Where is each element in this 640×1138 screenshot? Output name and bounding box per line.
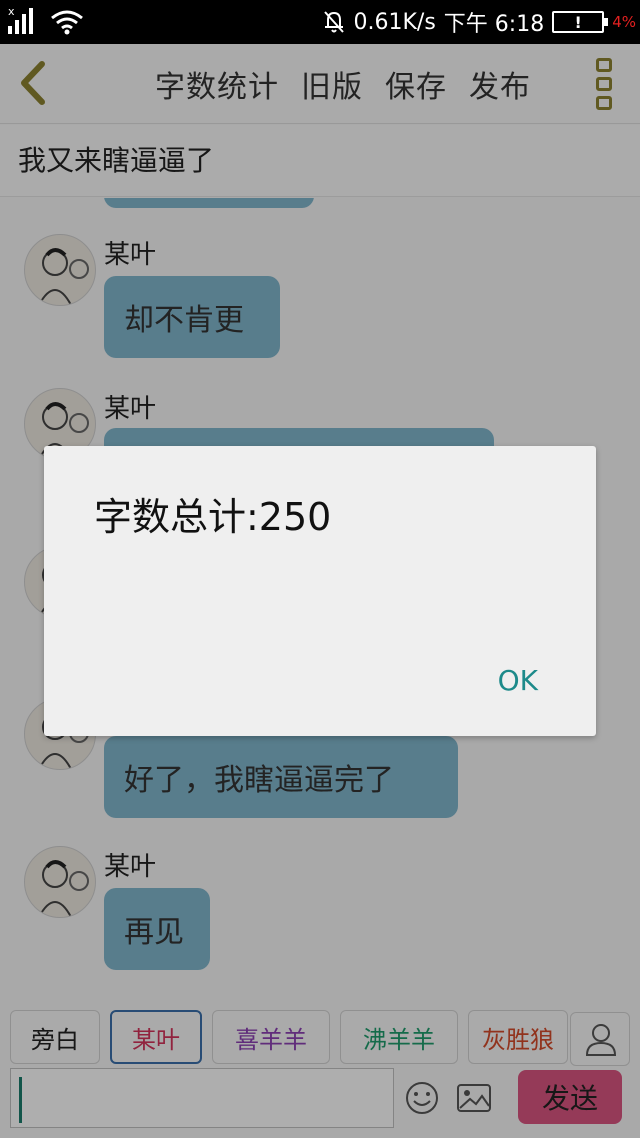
- battery-icon: !: [552, 11, 609, 33]
- ok-button[interactable]: OK: [498, 664, 538, 697]
- word-count-dialog: 字数总计:250 OK: [44, 446, 596, 736]
- dialog-message: 字数总计:250: [94, 495, 332, 539]
- clock: 下午 6:18: [443, 12, 545, 37]
- network-speed: 0.61K/s: [353, 9, 436, 35]
- signal-icon: x: [8, 6, 40, 36]
- battery-percent: 4%: [612, 13, 636, 31]
- status-bar: x 0.61K/s 下午 6:18 ! 4%: [0, 0, 640, 44]
- wifi-icon: [51, 10, 83, 35]
- bell-off-icon: [323, 11, 344, 33]
- network-type: x: [8, 5, 15, 18]
- battery-warning: !: [574, 12, 582, 32]
